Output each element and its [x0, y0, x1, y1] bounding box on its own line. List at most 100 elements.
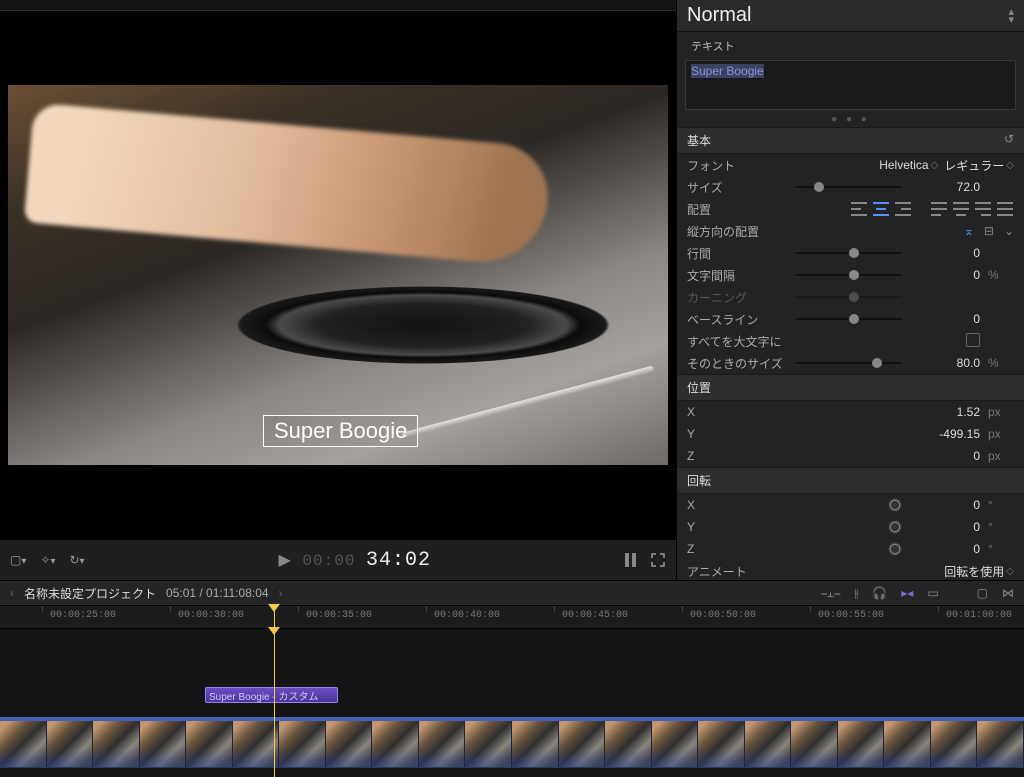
- rot-x-value[interactable]: 0: [910, 498, 980, 512]
- clip-thumbnail: [838, 721, 885, 767]
- rot-x-row: X0°: [677, 494, 1024, 516]
- valign-middle-icon[interactable]: ⊟: [984, 224, 994, 238]
- time-ruler[interactable]: 00:00:25:0000:00:30:0000:00:35:0000:00:4…: [0, 606, 1024, 629]
- ruler-mark: 00:00:40:00: [434, 610, 500, 621]
- preset-selector[interactable]: Normal ▴▾: [677, 0, 1024, 32]
- font-family-select[interactable]: Helvetica ◇: [879, 158, 938, 172]
- trim-icon[interactable]: ⋈: [1002, 586, 1014, 600]
- capsize-value[interactable]: 80.0: [910, 356, 980, 370]
- pos-y-value[interactable]: -499.15: [910, 427, 980, 441]
- audio-skim-icon[interactable]: ⫲: [854, 586, 858, 601]
- clip-thumbnail: [93, 721, 140, 767]
- capsize-row: そのときのサイズ 80.0%: [677, 352, 1024, 374]
- clip-thumbnail: [512, 721, 559, 767]
- viewer-controls: ▢▾ ✧▾ ↻▾ ▶ 00:00 34:02: [0, 539, 676, 580]
- text-input[interactable]: Super Boogie: [685, 60, 1016, 110]
- justify-full-icon[interactable]: [996, 201, 1014, 217]
- skimming-icon[interactable]: ⎯⫠⎯: [821, 586, 840, 601]
- clip-thumbnail: [559, 721, 606, 767]
- clip-thumbnail: [326, 721, 373, 767]
- ruler-mark: 00:00:35:00: [306, 610, 372, 621]
- prev-edit-icon[interactable]: ‹: [10, 586, 14, 600]
- playhead-line[interactable]: [274, 629, 275, 777]
- animate-select[interactable]: 回転を使用 ◇: [944, 563, 1014, 580]
- pause-icon: [625, 553, 636, 567]
- project-name[interactable]: 名称未設定プロジェクト: [24, 585, 156, 602]
- align-right-icon[interactable]: [894, 201, 912, 217]
- justify-right-icon[interactable]: [974, 201, 992, 217]
- clip-thumbnail: [977, 721, 1024, 767]
- preview-canvas[interactable]: Super Boogie: [8, 85, 668, 465]
- canvas-area[interactable]: Super Boogie: [0, 11, 676, 539]
- justify-left-icon[interactable]: [930, 201, 948, 217]
- effects-menu[interactable]: ✧▾: [40, 553, 55, 567]
- clip-thumbnail: [931, 721, 978, 767]
- rot-z-dial[interactable]: [888, 542, 902, 556]
- align-center-icon[interactable]: [872, 201, 890, 217]
- baseline-row: ベースライン 0: [677, 308, 1024, 330]
- playhead[interactable]: [274, 606, 275, 628]
- inspector-panel: Normal ▴▾ テキスト Super Boogie ● ● ● 基本 ↺ フ…: [677, 0, 1024, 580]
- title-overlay[interactable]: Super Boogie: [263, 415, 418, 447]
- pos-z-row: Z0px: [677, 445, 1024, 467]
- ruler-mark: 00:00:45:00: [562, 610, 628, 621]
- clip-thumbnail: [884, 721, 931, 767]
- reset-icon[interactable]: ↺: [1004, 132, 1014, 149]
- align-left-icon[interactable]: [850, 201, 868, 217]
- linespacing-slider[interactable]: [795, 252, 902, 254]
- clip-thumbnail: [233, 721, 280, 767]
- timecode-display[interactable]: ▶ 00:00 34:02: [99, 549, 611, 572]
- solo-icon[interactable]: 🎧: [872, 586, 887, 600]
- baseline-value[interactable]: 0: [910, 312, 980, 326]
- rotation-header[interactable]: 回転: [677, 467, 1024, 494]
- clip-thumbnail: [0, 721, 47, 767]
- retime-menu[interactable]: ↻▾: [69, 553, 84, 567]
- tracking-value[interactable]: 0: [910, 268, 980, 282]
- valign-row: 縦方向の配置 ⌅ ⊟ ⌄: [677, 220, 1024, 242]
- font-style-select[interactable]: レギュラー ◇: [944, 157, 1014, 174]
- updown-icon: ▴▾: [1008, 8, 1014, 24]
- viewer-panel: Super Boogie ▢▾ ✧▾ ↻▾ ▶ 00:00 34:02: [0, 0, 677, 580]
- index-icon[interactable]: ▭: [927, 586, 938, 600]
- rot-x-dial[interactable]: [888, 498, 902, 512]
- text-section-label: テキスト: [677, 32, 1024, 58]
- rot-y-dial[interactable]: [888, 520, 902, 534]
- next-edit-icon[interactable]: ›: [279, 586, 283, 600]
- justify-center-icon[interactable]: [952, 201, 970, 217]
- title-clip[interactable]: Super Boogie - カスタム: [205, 687, 338, 703]
- clip-thumbnail: [47, 721, 94, 767]
- size-slider[interactable]: [795, 186, 902, 188]
- position-header[interactable]: 位置: [677, 374, 1024, 401]
- rot-z-value[interactable]: 0: [910, 542, 980, 556]
- timeline-tracks[interactable]: Super Boogie - カスタム: [0, 629, 1024, 777]
- alignment-row: 配置: [677, 198, 1024, 220]
- clip-thumbnail: [186, 721, 233, 767]
- fullscreen-icon[interactable]: [650, 552, 666, 568]
- valign-top-icon[interactable]: ⌅: [964, 224, 974, 238]
- video-clip[interactable]: [0, 717, 1024, 768]
- rot-y-value[interactable]: 0: [910, 520, 980, 534]
- baseline-slider[interactable]: [795, 318, 902, 320]
- capsize-slider[interactable]: [795, 362, 902, 364]
- timeline-panel: ‹ 名称未設定プロジェクト 05:01 / 01:11:08:04 › ⎯⫠⎯ …: [0, 581, 1024, 777]
- linespacing-value[interactable]: 0: [910, 246, 980, 260]
- kerning-row: カーニング: [677, 286, 1024, 308]
- drag-handle-icon[interactable]: ● ● ●: [677, 112, 1024, 127]
- tracking-slider[interactable]: [795, 274, 902, 276]
- allcaps-checkbox[interactable]: [966, 333, 980, 347]
- pos-x-value[interactable]: 1.52: [910, 405, 980, 419]
- font-row: フォント Helvetica ◇ レギュラー ◇: [677, 154, 1024, 176]
- rot-y-row: Y0°: [677, 516, 1024, 538]
- ruler-mark: 00:01:00:00: [946, 610, 1012, 621]
- ruler-mark: 00:00:50:00: [690, 610, 756, 621]
- basic-header[interactable]: 基本 ↺: [677, 127, 1024, 154]
- animate-row: アニメート回転を使用 ◇: [677, 560, 1024, 580]
- ruler-mark: 00:00:25:00: [50, 610, 116, 621]
- tool-icon[interactable]: ▢: [977, 586, 988, 600]
- size-value[interactable]: 72.0: [910, 180, 980, 194]
- pos-z-value[interactable]: 0: [910, 449, 980, 463]
- snap-icon[interactable]: ▸◂: [901, 586, 913, 600]
- clip-thumbnail: [419, 721, 466, 767]
- view-options-menu[interactable]: ▢▾: [10, 553, 26, 567]
- valign-bottom-icon[interactable]: ⌄: [1004, 224, 1014, 238]
